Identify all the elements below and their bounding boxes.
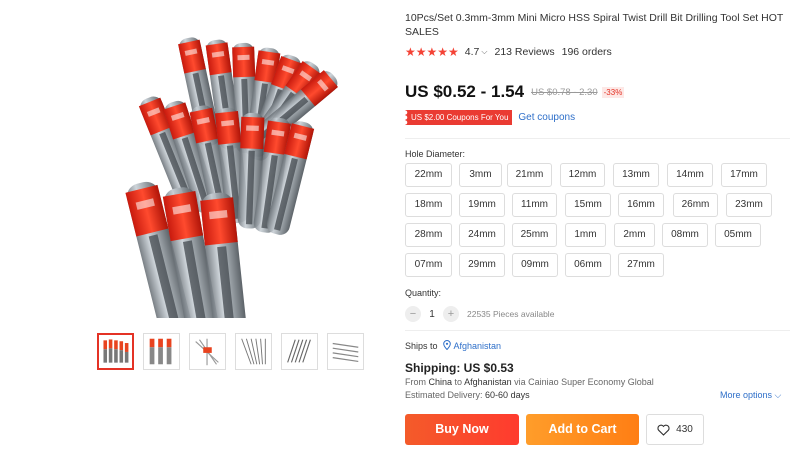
from-country: China — [428, 377, 453, 387]
option-3mm[interactable]: 3mm — [459, 163, 502, 187]
option-07mm[interactable]: 07mm — [405, 253, 452, 277]
delivery-label: Estimated Delivery: — [405, 390, 483, 400]
orders-count: 196 orders — [561, 46, 612, 58]
option-21mm[interactable]: 21mm — [507, 163, 552, 187]
hole-diameter-label: Hole Diameter: — [405, 149, 466, 159]
option-11mm[interactable]: 11mm — [512, 193, 557, 217]
ship-country-link[interactable]: Afghanistan — [454, 341, 502, 351]
more-options-link[interactable]: More options ⌵ — [720, 390, 781, 401]
wishlist-button[interactable]: 430 — [646, 414, 704, 445]
option-09mm[interactable]: 09mm — [512, 253, 558, 277]
rating-row: ★★★★★ 4.7 ⌵ 213 Reviews 196 orders — [405, 45, 612, 59]
option-27mm[interactable]: 27mm — [618, 253, 664, 277]
option-05mm[interactable]: 05mm — [715, 223, 761, 247]
thumbnail-2[interactable] — [143, 333, 180, 370]
delivery-days: 60-60 days — [485, 390, 530, 400]
divider — [405, 330, 790, 331]
option-18mm[interactable]: 18mm — [405, 193, 452, 217]
heart-icon — [657, 424, 670, 436]
chevron-down-icon[interactable]: ⌵ — [481, 47, 487, 57]
option-06mm[interactable]: 06mm — [565, 253, 611, 277]
decrease-button[interactable]: − — [405, 306, 421, 322]
reviews-link[interactable]: 213 Reviews — [494, 46, 554, 58]
option-16mm[interactable]: 16mm — [618, 193, 664, 217]
add-to-cart-button[interactable]: Add to Cart — [526, 414, 639, 445]
option-12mm[interactable]: 12mm — [560, 163, 605, 187]
shipping-route: From China to Afghanistan via Cainiao Su… — [405, 377, 654, 387]
from-prefix: From — [405, 377, 426, 387]
thumbnail-3[interactable] — [189, 333, 226, 370]
quantity-input[interactable]: 1 — [421, 309, 443, 320]
location-pin-icon — [442, 339, 451, 352]
quantity-stepper: − 1 + 22535 Pieces available — [405, 306, 554, 322]
ships-to-row: Ships to Afghanistan — [405, 339, 502, 352]
original-price: US $0.78 - 2.30 — [531, 86, 598, 98]
option-17mm[interactable]: 17mm — [721, 163, 767, 187]
product-main-image — [88, 18, 368, 359]
shipping-method: via Cainiao Super Economy Global — [514, 377, 654, 387]
drill-bit-tubes-image — [123, 35, 342, 359]
to-country: Afghanistan — [464, 377, 512, 387]
thumbnail-6[interactable] — [327, 333, 364, 370]
option-1mm[interactable]: 1mm — [565, 223, 606, 247]
to-word: to — [454, 377, 463, 387]
coupon-row: US $2.00 Coupons For You Get coupons — [405, 110, 575, 125]
quantity-label: Quantity: — [405, 288, 442, 298]
increase-button[interactable]: + — [443, 306, 459, 322]
rating-score[interactable]: 4.7 — [465, 46, 480, 58]
ships-to-label: Ships to — [405, 341, 438, 351]
option-22mm[interactable]: 22mm — [405, 163, 452, 187]
estimated-delivery: Estimated Delivery: 60-60 days — [405, 390, 530, 400]
get-coupons-link[interactable]: Get coupons — [518, 112, 575, 123]
shipping-cost: Shipping: US $0.53 — [405, 361, 514, 375]
pieces-available: 22535 Pieces available — [467, 309, 555, 319]
option-23mm[interactable]: 23mm — [726, 193, 772, 217]
option-19mm[interactable]: 19mm — [459, 193, 505, 217]
product-title: 10Pcs/Set 0.3mm-3mm Mini Micro HSS Spira… — [405, 12, 784, 38]
option-2mm[interactable]: 2mm — [614, 223, 655, 247]
coupon-tag[interactable]: US $2.00 Coupons For You — [405, 110, 513, 125]
thumbnail-strip — [97, 333, 364, 370]
option-24mm[interactable]: 24mm — [459, 223, 505, 247]
option-13mm[interactable]: 13mm — [613, 163, 659, 187]
option-29mm[interactable]: 29mm — [459, 253, 505, 277]
wishlist-count: 430 — [676, 424, 693, 435]
divider — [405, 138, 790, 139]
option-28mm[interactable]: 28mm — [405, 223, 452, 247]
option-26mm[interactable]: 26mm — [673, 193, 718, 217]
option-15mm[interactable]: 15mm — [565, 193, 611, 217]
current-price: US $0.52 - 1.54 — [405, 82, 525, 101]
option-14mm[interactable]: 14mm — [667, 163, 713, 187]
thumbnail-4[interactable] — [235, 333, 272, 370]
discount-badge: -33% — [601, 86, 625, 98]
star-rating-icon: ★★★★★ — [405, 45, 459, 59]
option-25mm[interactable]: 25mm — [512, 223, 557, 247]
buy-now-button[interactable]: Buy Now — [405, 414, 519, 445]
thumbnail-1[interactable] — [97, 333, 134, 370]
price-row: US $0.52 - 1.54 US $0.78 - 2.30 -33% — [405, 82, 625, 102]
thumbnail-5[interactable] — [281, 333, 318, 370]
option-08mm[interactable]: 08mm — [662, 223, 708, 247]
